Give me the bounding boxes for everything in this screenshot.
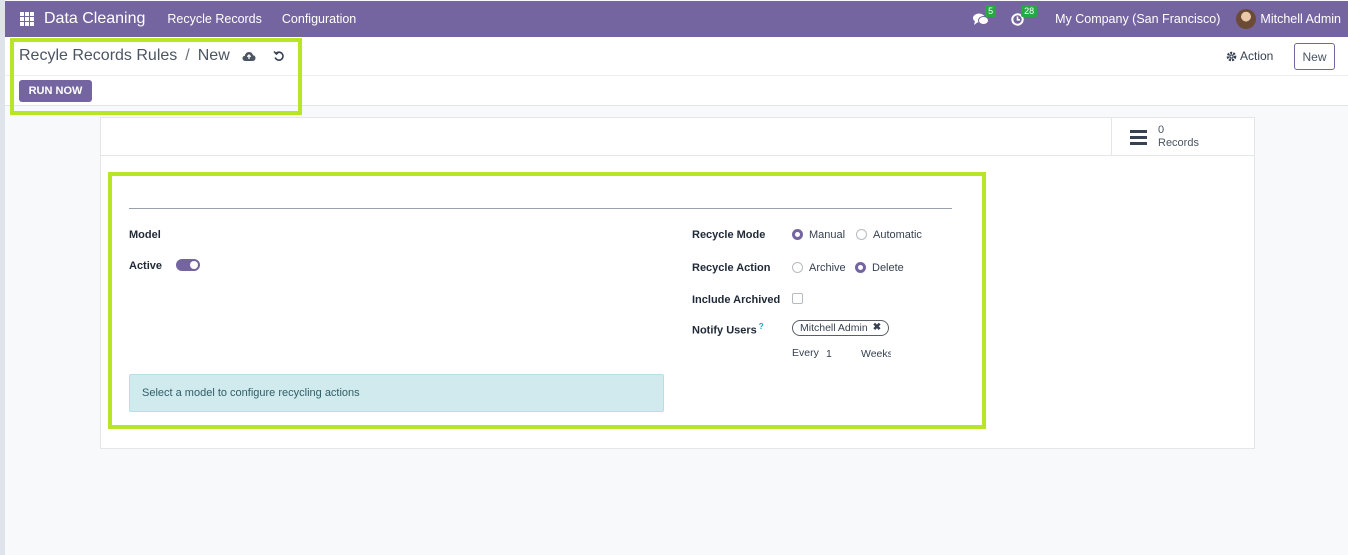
title-field-underline[interactable] [129,208,952,209]
company-switcher[interactable]: My Company (San Francisco) [1055,12,1220,26]
gear-icon [1226,51,1237,61]
user-menu[interactable]: Mitchell Admin [1260,12,1341,26]
user-avatar[interactable] [1236,9,1257,29]
recycle-action-archive-radio[interactable] [792,262,803,273]
include-archived-label: Include Archived [692,294,781,306]
run-now-button[interactable]: RUN NOW [19,80,92,102]
apps-menu-icon[interactable] [20,12,34,26]
save-cloud-icon[interactable] [242,51,256,62]
activities-button[interactable]: 28 [1009,5,1038,26]
recycle-action-label: Recycle Action [692,262,771,274]
recycle-action-delete-radio[interactable] [855,262,866,273]
app-name[interactable]: Data Cleaning [44,10,145,28]
messages-badge: 5 [985,5,997,17]
records-label: Records [1158,137,1199,149]
list-icon [1130,129,1147,145]
recycle-mode-automatic-radio[interactable] [856,229,867,240]
new-button[interactable]: New [1294,43,1335,70]
every-label: Every [792,347,819,359]
button-box: 0 Records [101,118,1254,156]
action-label: Action [1240,49,1274,63]
messages-button[interactable]: 5 [973,5,997,26]
active-label: Active [129,260,163,272]
active-toggle[interactable] [176,259,200,271]
recycle-mode-manual-radio[interactable] [792,229,803,240]
recycle-action-archive-label[interactable]: Archive [809,262,846,274]
activities-badge: 28 [1021,5,1038,17]
notify-users-help-icon[interactable]: ? [759,322,764,331]
records-count: 0 [1158,124,1165,136]
recycle-mode-automatic-label[interactable]: Automatic [873,229,922,241]
notify-user-tag: Mitchell Admin ✖ [792,320,890,336]
breadcrumb-separator: / [185,47,190,64]
notify-user-tag-label: Mitchell Admin [800,322,868,334]
include-archived-checkbox[interactable] [792,293,803,304]
recycle-mode-manual-label[interactable]: Manual [809,229,845,241]
recycle-mode-label: Recycle Mode [692,229,766,241]
notify-users-label: Notify Users? [692,322,764,337]
records-smart-button[interactable]: 0 Records [1111,118,1254,156]
recycle-action-delete-label[interactable]: Delete [872,262,904,274]
remove-tag-icon[interactable]: ✖ [873,321,881,335]
top-navbar: Data Cleaning Recycle Records Configurat… [5,1,1348,37]
info-alert: Select a model to configure recycling ac… [129,374,664,412]
menu-item-recycle-records[interactable]: Recycle Records [167,12,261,26]
menu-item-configuration[interactable]: Configuration [282,12,356,26]
control-panel-divider [5,75,1348,76]
every-interval-input[interactable]: 1 [826,348,832,360]
form-sheet: 0 Records Model Active Recycle Mode Manu… [100,117,1255,449]
breadcrumb-parent[interactable]: Recyle Records Rules [19,47,177,65]
every-unit-select[interactable]: Weeks [861,348,891,360]
discard-undo-icon[interactable] [273,50,285,62]
breadcrumb: Recyle Records Rules / New [19,47,285,65]
action-menu-button[interactable]: Action [1226,49,1273,63]
navbar-systray: 5 28 My Company (San Francisco) Mitchell… [973,1,1348,37]
breadcrumb-current: New [197,47,230,64]
model-label: Model [129,229,161,241]
control-panel: Recyle Records Rules / New RUN NOW Actio… [5,37,1348,106]
